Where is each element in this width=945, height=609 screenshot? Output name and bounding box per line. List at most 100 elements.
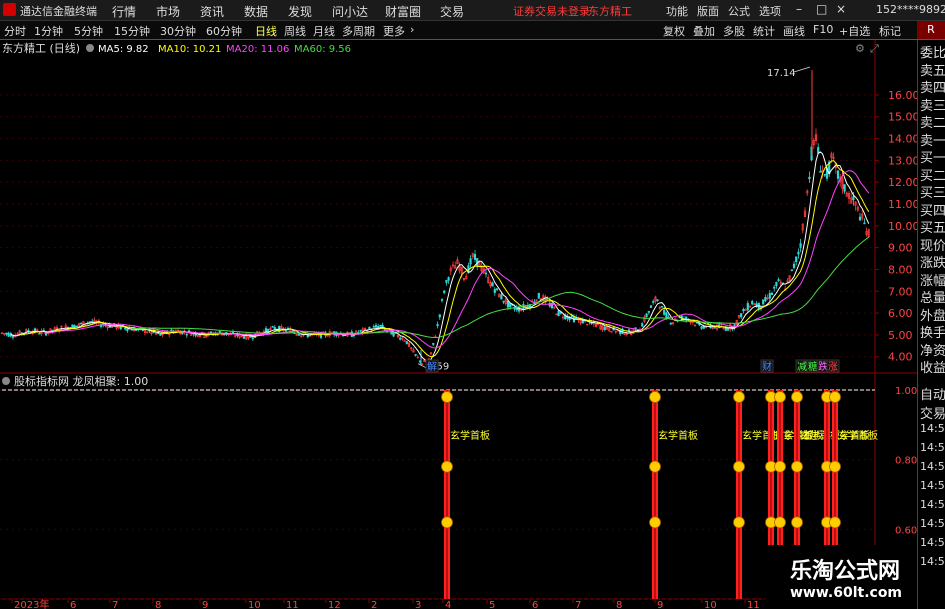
tick-time: 14:5( [920,555,945,568]
x-tick-label: 12 [328,600,341,609]
candle-body [649,305,653,308]
menu-options[interactable]: 选项 [759,3,781,19]
candle-body [495,288,499,290]
signal-coin-icon [733,391,745,403]
tab-more[interactable]: 更多 [383,23,405,39]
x-tick-label: 11 [286,600,299,609]
x-tick-label: 9 [657,600,663,609]
minimize-icon[interactable]: – [796,2,802,16]
signal-coin-icon [791,516,803,529]
tool-f10[interactable]: F10 [813,23,833,36]
settings-icon[interactable]: ⚙ [855,42,865,55]
auto-trade-label[interactable]: 自动 [920,384,945,403]
menu-item-trade[interactable]: 交易 [440,3,464,20]
candle-body [777,279,780,281]
event-marker: 财 [762,360,772,373]
candle-body [493,289,496,293]
tab-weekly[interactable]: 周线 [284,23,306,39]
y-tick-label: 0.80 [895,456,917,467]
tab-multi-period[interactable]: 多周期 [342,23,375,39]
tool-restore-rights[interactable]: 复权 [663,23,685,39]
event-marker: 解 [427,360,437,373]
tab-30min[interactable]: 30分钟 [160,23,196,39]
candle-body [557,310,560,317]
signal-coin-icon [829,516,841,529]
menu-item-data[interactable]: 数据 [244,3,268,20]
candle-body [762,299,765,305]
tab-intraday[interactable]: 分时 [4,23,26,39]
stock-label: 东方精工 (日线) [2,41,80,55]
candle-body [7,332,10,337]
ma-line-ma10 [21,160,870,358]
menu-item-ask[interactable]: 问小达 [332,3,368,20]
menu-item-news[interactable]: 资讯 [200,3,224,20]
trade-login-warning[interactable]: 证券交易未登录 [513,3,590,19]
candle-body [359,329,362,332]
indicator-title: 股标指标网 龙凤相聚: 1.00 [14,374,148,388]
quote-field-label: 买一 [920,151,945,166]
quote-field-label: 委比 [920,46,945,61]
tool-add-watchlist[interactable]: +自选 [839,23,870,39]
tool-mark[interactable]: 标记 [879,23,901,39]
chevron-right-icon[interactable]: › [410,23,414,36]
tab-5min[interactable]: 5分钟 [74,23,103,39]
tab-1min[interactable]: 1分钟 [34,23,63,39]
indicator-toggle-icon[interactable] [86,44,94,52]
menu-item-market[interactable]: 市场 [156,3,180,20]
ma20-legend: MA20: 11.06 [226,44,289,55]
candle-body [11,336,15,338]
candle-body [819,170,822,173]
candle-body [852,196,855,201]
auto-trade-label[interactable]: 交易 [920,403,945,422]
ma-line-ma60 [131,236,870,339]
menu-item-discover[interactable]: 发现 [288,3,312,20]
tab-monthly[interactable]: 月线 [313,23,335,39]
candle-body [372,326,375,328]
signal-coin-icon [791,460,803,473]
candle-body [746,303,749,311]
signal-coin-icon [441,460,453,473]
candle-body [436,324,439,327]
candle-body [663,309,666,315]
tab-daily[interactable]: 日线 [255,23,277,39]
app-title: 通达信金融终端 [20,5,97,18]
account-id[interactable]: 152****9892 [876,3,945,16]
watermark-title: 乐淘公式网 [790,559,901,584]
expand-icon[interactable]: ⤢ [870,42,879,55]
menu-layout[interactable]: 版面 [697,3,719,19]
chart-area[interactable]: 东方精工 (日线) MA5: 9.82 MA10: 10.21 MA20: 11… [0,40,917,609]
candle-body [652,301,655,303]
candle-body [187,330,191,332]
tab-15min[interactable]: 15分钟 [114,23,150,39]
menu-item-quotes[interactable]: 行情 [112,3,136,20]
candle-body [603,326,606,331]
candle-body [792,263,796,269]
quote-field-label: 涨跌 [920,256,945,271]
candle-body [379,324,382,327]
quote-field-label: 卖五 [920,63,945,79]
tool-stats[interactable]: 统计 [753,23,775,39]
candle-body [469,258,472,265]
high-leader [793,66,811,73]
quote-field-label: 卖四 [920,81,945,96]
tool-overlay[interactable]: 叠加 [693,23,715,39]
price-panel[interactable]: 东方精工 (日线) MA5: 9.82 MA10: 10.21 MA20: 11… [2,41,879,55]
menu-formula[interactable]: 公式 [728,3,750,19]
quote-field-label: 买三 [920,186,945,201]
menu-function[interactable]: 功能 [666,3,688,19]
tool-draw-line[interactable]: 画线 [783,23,805,39]
candle-body [251,337,254,340]
menu-item-wealth[interactable]: 财富圈 [385,3,421,20]
candle-body [405,341,408,345]
tick-time: 14:5( [920,441,945,454]
maximize-icon[interactable]: □ [816,2,827,16]
close-icon[interactable]: × [836,2,846,16]
quote-field-label: 买四 [920,203,945,219]
indicator-toggle-icon[interactable] [2,377,10,385]
tab-60min[interactable]: 60分钟 [206,23,242,39]
x-tick-label: 10 [704,600,717,609]
right-panel-toggle[interactable]: R [917,21,945,39]
tool-multi-stock[interactable]: 多股 [723,23,745,39]
tick-time: 14:5( [920,422,945,435]
y-tick-label: 0.60 [895,525,917,536]
